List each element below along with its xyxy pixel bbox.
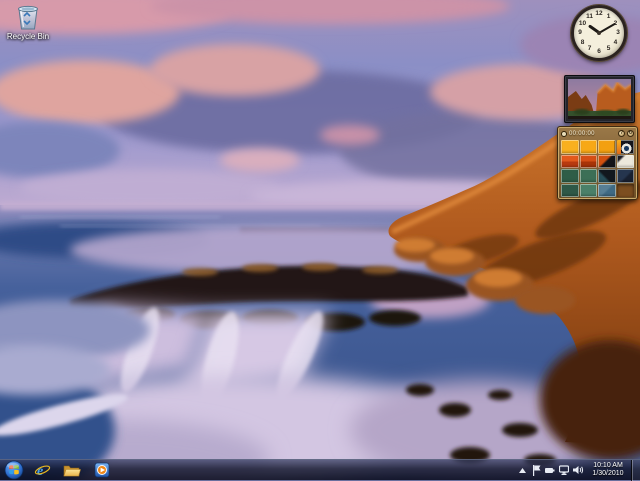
clock-number: 6 — [594, 48, 604, 56]
puzzle-grid — [561, 140, 634, 197]
start-button[interactable] — [1, 460, 27, 481]
puzzle-tile[interactable] — [580, 140, 598, 154]
picture-puzzle-gadget[interactable]: 00:00:00 ? ↻ — [557, 126, 638, 200]
puzzle-tile[interactable] — [561, 169, 579, 183]
show-desktop-button[interactable] — [631, 460, 640, 481]
network-icon[interactable] — [558, 463, 570, 477]
desktop-icon-label: Recycle Bin — [4, 32, 52, 41]
tray-time: 10:10 AM — [587, 462, 629, 470]
puzzle-tile[interactable] — [617, 155, 635, 169]
clock-number: 11 — [585, 13, 595, 21]
tray-clock[interactable]: 10:10 AM 1/30/2010 — [585, 462, 631, 478]
puzzle-tile[interactable] — [598, 155, 616, 169]
puzzle-tile[interactable] — [598, 140, 616, 154]
windows-media-player-icon — [94, 462, 110, 478]
puzzle-tile[interactable] — [561, 184, 579, 198]
wallpaper-ocean-sunset — [0, 0, 640, 480]
taskbar-item-windows-explorer[interactable] — [58, 461, 86, 480]
clock-number: 5 — [604, 45, 614, 53]
slideshow-gadget[interactable] — [564, 75, 635, 123]
puzzle-tile[interactable] — [617, 140, 635, 154]
clock-number: 9 — [575, 29, 585, 37]
clock-number: 10 — [578, 20, 588, 28]
puzzle-shuffle-button[interactable]: ↻ — [627, 130, 634, 137]
tray-date: 1/30/2010 — [587, 470, 629, 478]
puzzle-tile[interactable] — [598, 169, 616, 183]
puzzle-tile[interactable] — [580, 155, 598, 169]
recycle-bin-icon — [15, 3, 41, 31]
puzzle-header: 00:00:00 ? ↻ — [561, 129, 634, 138]
desktop-icon-recycle-bin[interactable]: Recycle Bin — [4, 3, 52, 41]
system-tray: 10:10 AM 1/30/2010 — [515, 460, 640, 480]
action-center-flag-icon[interactable] — [530, 463, 542, 477]
puzzle-tile[interactable] — [561, 155, 579, 169]
puzzle-tile[interactable] — [617, 169, 635, 183]
clock-number: 3 — [613, 29, 623, 37]
taskbar: e — [0, 459, 640, 480]
puzzle-show-picture-button[interactable]: ? — [618, 130, 625, 137]
slideshow-photo-canyon — [568, 79, 631, 119]
clock-number: 12 — [594, 10, 604, 18]
volume-icon[interactable] — [572, 463, 584, 477]
internet-explorer-icon: e — [34, 462, 51, 479]
power-icon[interactable] — [544, 463, 556, 477]
clock-number: 7 — [585, 45, 595, 53]
desktop: Recycle Bin 123456789101112 — [0, 0, 640, 480]
puzzle-tile[interactable] — [561, 140, 579, 154]
puzzle-timer-icon[interactable] — [561, 131, 567, 137]
clock-center-pin — [597, 31, 601, 35]
show-hidden-icons-arrow[interactable] — [516, 463, 528, 477]
windows-explorer-icon — [63, 463, 81, 478]
puzzle-empty-slot — [617, 184, 635, 198]
clock-number: 8 — [578, 39, 588, 47]
taskbar-item-internet-explorer[interactable]: e — [28, 461, 56, 480]
puzzle-tile[interactable] — [598, 184, 616, 198]
puzzle-tile[interactable] — [580, 169, 598, 183]
puzzle-tile[interactable] — [580, 184, 598, 198]
clock-face-icon: 123456789101112 — [571, 5, 627, 61]
puzzle-timer: 00:00:00 — [569, 131, 616, 137]
windows-start-orb-icon — [4, 460, 24, 480]
clock-gadget[interactable]: 123456789101112 — [571, 5, 627, 61]
taskbar-item-windows-media-player[interactable] — [88, 461, 116, 480]
